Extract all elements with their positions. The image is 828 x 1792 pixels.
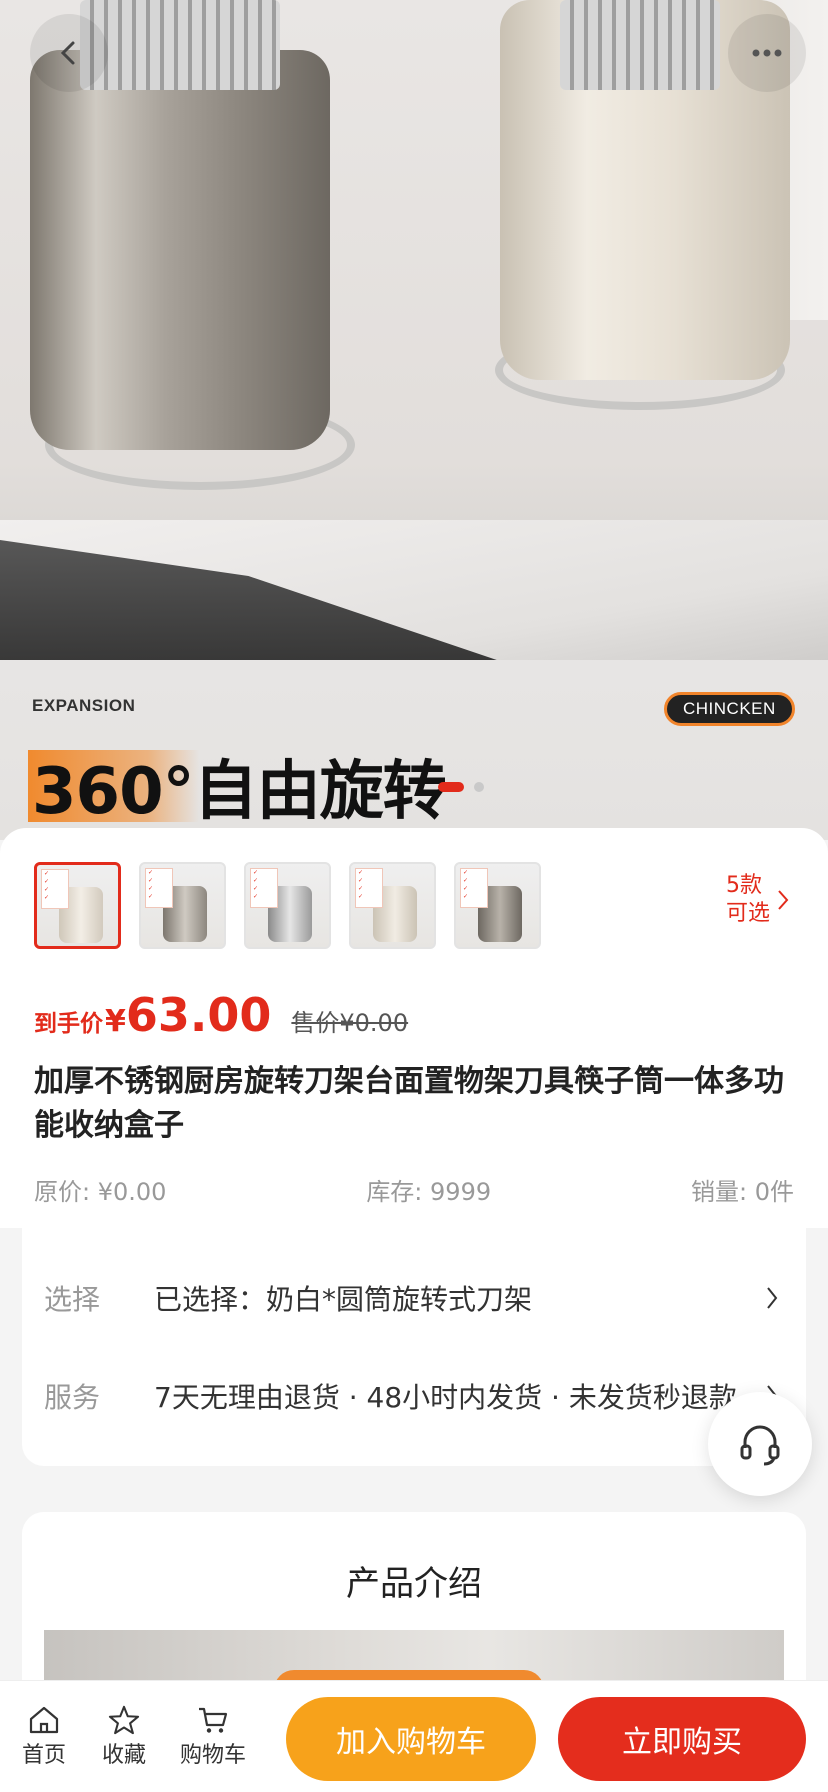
service-value: 7天无理由退货 · 48小时内发货 · 未发货秒退款 — [154, 1381, 737, 1414]
product-image-carousel[interactable]: EXPANSION CHINCKEN 360°自由旋转 — [0, 0, 828, 840]
chevron-left-icon — [60, 41, 75, 65]
product-stats: 原价: ¥0.00 库存: 9999 销量: 0件 — [34, 1172, 794, 1207]
stock-count: 库存: 9999 — [366, 1178, 492, 1206]
price-currency: ¥ — [105, 1004, 126, 1039]
tab-cart[interactable]: 购物车 — [180, 1705, 246, 1769]
expansion-label: EXPANSION — [32, 696, 136, 715]
variant-thumbnail-4[interactable]: ✓ ✓ ✓ ✓ — [349, 862, 436, 949]
price-value: 63.00 — [125, 988, 272, 1042]
utensils-left — [80, 0, 280, 90]
variant-thumbnails: ✓ ✓ ✓ ✓ ✓ ✓ ✓ ✓ ✓ ✓ ✓ ✓ ✓ ✓ ✓ ✓ ✓ ✓ ✓ ✓ — [34, 862, 541, 949]
more-dots-icon — [752, 49, 782, 57]
utensils-right — [560, 0, 720, 90]
tab-cart-label: 购物车 — [180, 1743, 247, 1768]
tab-home[interactable]: 首页 — [22, 1705, 66, 1769]
options-card: 选择 已选择：奶白*圆筒旋转式刀架 服务 7天无理由退货 · 48小时内发货 ·… — [22, 1228, 806, 1466]
bottom-action-bar: 首页 收藏 购物车 加入购物车 立即购买 — [0, 1680, 828, 1792]
sales-count: 销量: 0件 — [691, 1178, 794, 1206]
tab-favorite-label: 收藏 — [102, 1743, 147, 1768]
select-value: 已选择：奶白*圆筒旋转式刀架 — [154, 1283, 533, 1316]
home-icon — [29, 1706, 59, 1734]
back-button[interactable] — [30, 14, 108, 92]
chevron-right-icon — [767, 1287, 778, 1309]
customer-service-button[interactable] — [708, 1392, 812, 1496]
select-option-row[interactable]: 选择 已选择：奶白*圆筒旋转式刀架 — [44, 1268, 784, 1328]
intro-title: 产品介绍 — [346, 1564, 482, 1604]
tab-home-label: 首页 — [22, 1743, 67, 1768]
variant-thumbnail-3[interactable]: ✓ ✓ ✓ ✓ — [244, 862, 331, 949]
product-info-card: ✓ ✓ ✓ ✓ ✓ ✓ ✓ ✓ ✓ ✓ ✓ ✓ ✓ ✓ ✓ ✓ ✓ ✓ ✓ ✓ 5款 可选 到手价 ¥ 63.… — [0, 828, 828, 1228]
service-option-row[interactable]: 服务 7天无理由退货 · 48小时内发货 · 未发货秒退款 — [44, 1366, 784, 1426]
variant-thumbnail-1[interactable]: ✓ ✓ ✓ ✓ — [34, 862, 121, 949]
variant-thumbnail-5[interactable]: ✓ ✓ ✓ ✓ — [454, 862, 541, 949]
cart-icon — [199, 1707, 228, 1733]
service-label: 服务 — [44, 1381, 101, 1414]
headset-icon — [740, 1425, 780, 1466]
brand-badge: CHINCKEN — [664, 692, 795, 726]
carousel-dot-active[interactable] — [438, 782, 464, 792]
carousel-dot[interactable] — [474, 782, 484, 792]
sale-price: 售价¥0.00 — [291, 1009, 409, 1037]
rotation-banner: 360°自由旋转 — [28, 750, 456, 829]
price-row: 到手价 ¥ 63.00 售价¥0.00 — [34, 988, 408, 1042]
select-label: 选择 — [44, 1283, 101, 1316]
variant-count-line1: 5款 — [725, 873, 762, 898]
chevron-right-icon — [778, 890, 789, 910]
add-to-cart-button[interactable]: 加入购物车 — [286, 1697, 536, 1781]
star-icon — [108, 1705, 140, 1735]
steel-utensil-holder — [30, 50, 330, 450]
price-label: 到手价 — [34, 1011, 103, 1037]
variant-thumbnail-2[interactable]: ✓ ✓ ✓ ✓ — [139, 862, 226, 949]
product-title: 加厚不锈钢厨房旋转刀架台面置物架刀具筷子筒一体多功能收纳盒子 — [34, 1064, 784, 1143]
tab-favorite[interactable]: 收藏 — [102, 1705, 146, 1769]
variant-count-line2: 可选 — [725, 901, 770, 926]
buy-now-button[interactable]: 立即购买 — [558, 1697, 806, 1781]
carousel-dots — [438, 782, 484, 792]
variant-count-link[interactable]: 5款 可选 — [726, 872, 790, 928]
more-button[interactable] — [728, 14, 806, 92]
original-price: 原价: ¥0.00 — [34, 1178, 167, 1206]
